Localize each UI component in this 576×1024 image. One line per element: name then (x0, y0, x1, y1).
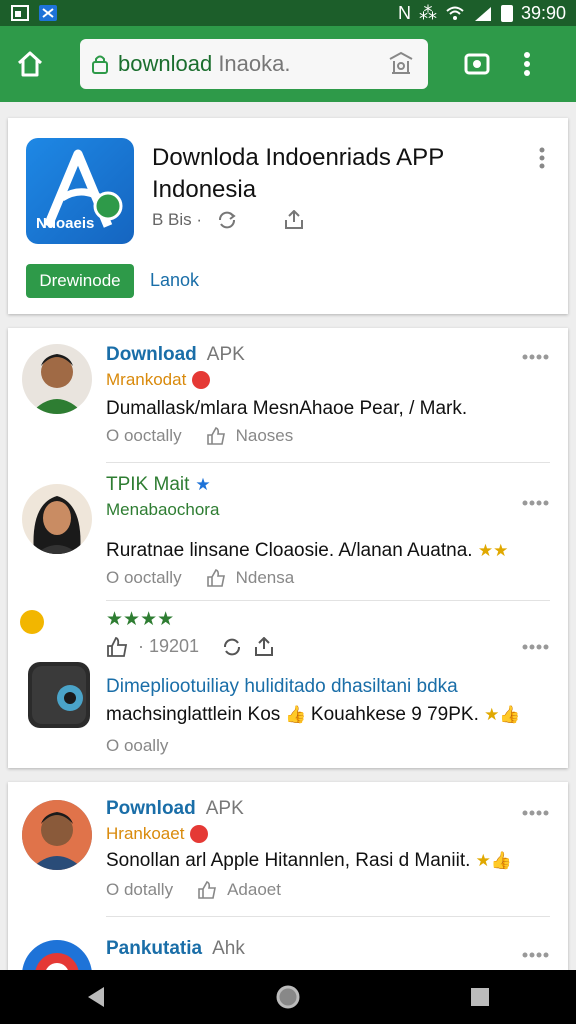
share-icon[interactable] (282, 210, 306, 230)
star-badge-icon: ★ (195, 475, 211, 494)
app-meta: B Bis · (152, 210, 306, 230)
like-icon[interactable] (197, 881, 217, 899)
item-tag: Ahk (212, 938, 245, 959)
home-icon (17, 51, 43, 77)
translate-icon[interactable] (386, 51, 416, 77)
home-nav-button[interactable] (258, 970, 318, 1024)
status-bar: N ⁂ 39:90 (0, 0, 576, 26)
back-icon (88, 987, 104, 1007)
overflow-menu-button[interactable] (502, 26, 552, 102)
fire-badge-icon (190, 825, 209, 843)
item-action-left[interactable]: O ooally (106, 736, 168, 756)
app-title: Downloda Indoenriads APP Indonesia (152, 144, 444, 203)
divider (106, 600, 550, 601)
fire-badge-icon (192, 371, 211, 389)
badge-icon (20, 610, 44, 634)
thumb-badge-icon: 👍 (280, 705, 311, 724)
rating-stars-icon: ★👍 (475, 851, 513, 870)
item-action-left[interactable]: O dotally (106, 880, 173, 900)
overflow-menu-icon (524, 52, 530, 76)
system-nav-bar (0, 970, 576, 1024)
download-button[interactable]: Drewinode (26, 264, 134, 298)
list-item[interactable]: ★★★★ · 19201 Dimepliootuiliay huliditado… (8, 604, 568, 768)
avatar (22, 940, 92, 972)
item-body: Ruratnae linsane Cloaosie. A/lanan Auatn… (106, 540, 473, 561)
sync-icon[interactable] (216, 211, 238, 229)
more-horizontal-icon[interactable] (522, 354, 550, 360)
gallery-notification-icon (10, 4, 30, 22)
like-count: · 19201 (138, 636, 200, 656)
item-action-left[interactable]: O ooctally (106, 426, 182, 446)
tab-switch-button[interactable] (452, 26, 502, 102)
more-horizontal-icon[interactable] (522, 644, 550, 650)
list-item[interactable]: Pankutatia Ahk (8, 922, 568, 972)
like-icon[interactable] (206, 427, 226, 445)
item-title: Pankutatia (106, 938, 203, 959)
url-bar[interactable]: bownload Inaoka. (80, 39, 428, 89)
more-horizontal-icon[interactable] (522, 810, 550, 816)
rating-stars: ★★★★ (106, 609, 175, 630)
back-button[interactable] (66, 970, 126, 1024)
list-item[interactable]: Download APK Mrankodat Dumallask/mlara Me… (8, 328, 568, 462)
feed-card: Download APK Mrankodat Dumallask/mlara Me… (8, 328, 568, 768)
item-title: Download (106, 344, 197, 365)
item-subtitle: Mrankodat (106, 370, 187, 389)
rating-stars-icon: ★👍 (484, 705, 521, 724)
item-action-right[interactable]: Adaoet (227, 880, 281, 900)
recents-button[interactable] (450, 970, 510, 1024)
avatar (22, 344, 92, 414)
wifi-icon (445, 4, 465, 22)
link-button[interactable]: Lanok (150, 270, 199, 291)
more-horizontal-icon[interactable] (522, 500, 550, 506)
item-title: Pownload (106, 798, 196, 819)
more-vertical-icon[interactable] (538, 146, 546, 170)
recents-icon (471, 988, 489, 1006)
speaker-thumbnail (28, 662, 90, 728)
tab-switch-icon (464, 53, 490, 75)
item-body-1: Dimepliootuiliay huliditado dhasiltani b… (106, 676, 458, 697)
avatar (22, 484, 92, 554)
nfc-icon: N (397, 2, 411, 23)
item-tag: APK (205, 798, 244, 819)
app-icon-label: Ndoaeis (36, 215, 95, 232)
app-card: Ndoaeis Downloda Indoenriads APP Indones… (8, 118, 568, 314)
like-icon[interactable] (206, 569, 226, 587)
divider (106, 462, 550, 463)
home-circle-icon (276, 985, 300, 1009)
list-item[interactable]: TPIK Mait ★ Menabaochora Ruratnae linsane… (8, 466, 568, 600)
lock-icon (92, 55, 108, 74)
avatar (22, 800, 92, 870)
item-body: Sonollan arl Apple Hitannlen, Rasi d Man… (106, 850, 471, 871)
item-action-right[interactable]: Naoses (236, 426, 294, 446)
vibrate-icon: ⁂ (418, 2, 437, 23)
share-icon[interactable] (253, 636, 275, 657)
item-subtitle: Hrankoaet (106, 824, 185, 843)
list-item[interactable]: Pownload APK Hrankoaet Sonollan arl Apple… (8, 782, 568, 916)
item-action-left[interactable]: O ooctally (106, 568, 182, 588)
divider (106, 916, 550, 917)
home-button[interactable] (0, 26, 60, 102)
url-text: bownload Inaoka. (118, 51, 291, 76)
app-notification-icon (38, 4, 58, 22)
feed-card: Pownload APK Hrankoaet Sonollan arl Apple… (8, 782, 568, 972)
status-time: 39:90 (520, 2, 566, 23)
item-subtitle: Menabaochora (106, 500, 220, 519)
more-horizontal-icon[interactable] (522, 952, 550, 958)
item-body: Dumallask/mlara MesnAhaoe Pear, / Mark. (106, 398, 468, 419)
item-body-2b: Kouahkese 9 79PK. (310, 704, 479, 725)
signal-icon (473, 4, 493, 22)
like-icon[interactable] (106, 636, 128, 657)
item-tag: APK (206, 344, 245, 365)
battery-icon (500, 4, 513, 22)
rating-stars-icon: ★★ (477, 541, 509, 560)
app-icon[interactable]: Ndoaeis (26, 138, 134, 244)
item-body-2: machsinglattlein Kos (106, 704, 281, 725)
browser-toolbar: bownload Inaoka. (0, 26, 576, 102)
sync-icon[interactable] (221, 637, 243, 657)
item-action-right[interactable]: Ndensa (236, 568, 295, 588)
item-title: TPIK Mait (106, 474, 190, 495)
